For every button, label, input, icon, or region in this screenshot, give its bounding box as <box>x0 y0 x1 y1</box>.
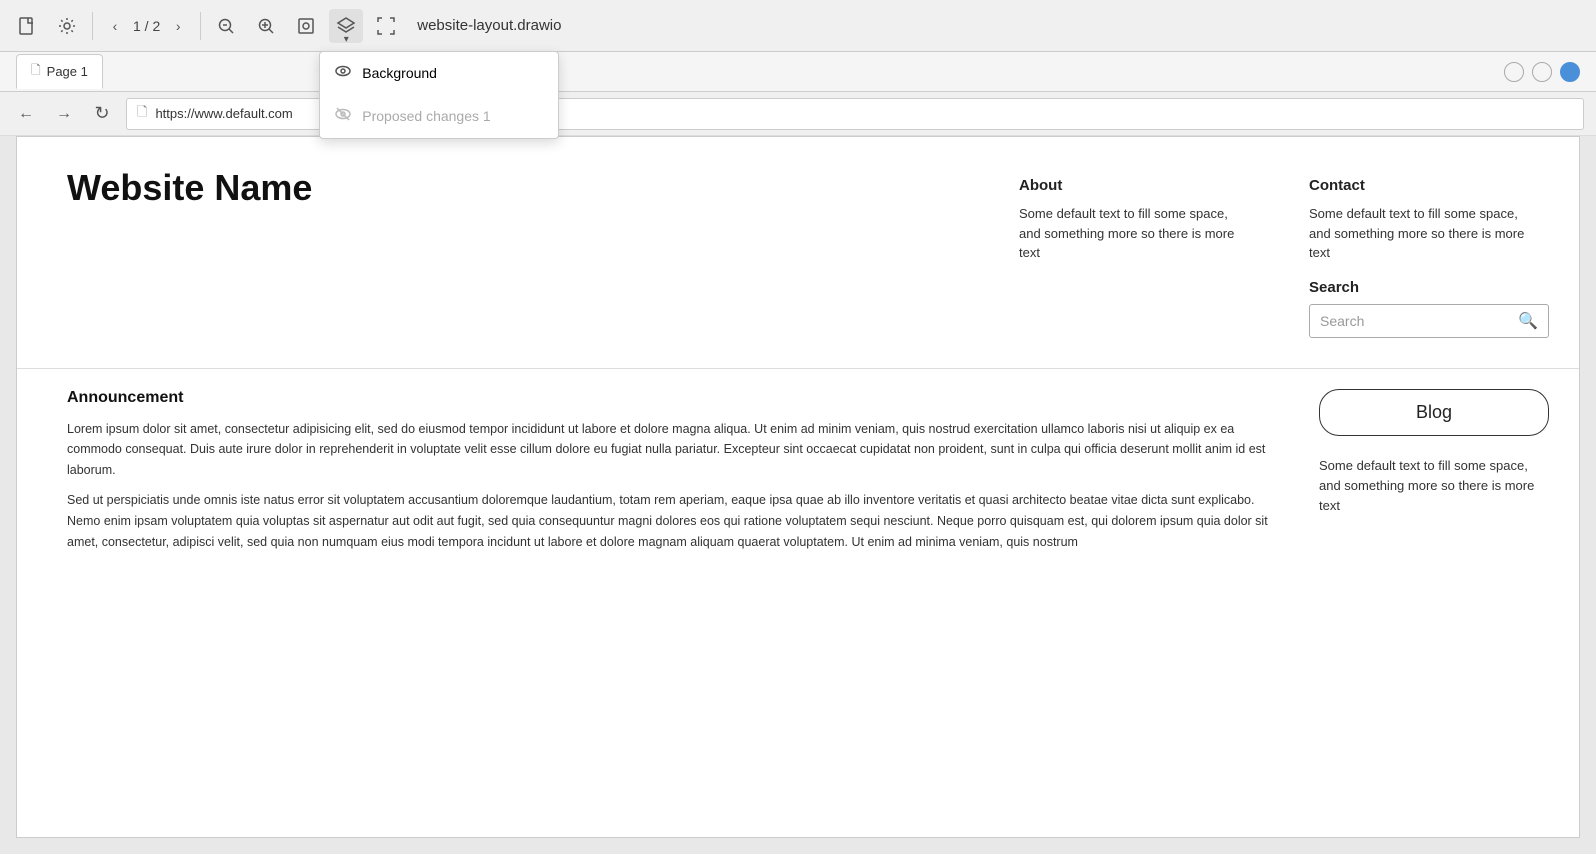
contact-title: Contact <box>1309 177 1549 194</box>
layers-dropdown: Background Proposed changes 1 <box>319 51 559 139</box>
eye-slash-icon <box>334 105 352 128</box>
zoom-in-button[interactable] <box>249 9 283 43</box>
blog-button[interactable]: Blog <box>1319 389 1549 436</box>
sidebar-text: Some default text to fill some space, an… <box>1319 456 1549 516</box>
layers-button[interactable]: ▾ <box>329 9 363 43</box>
address-text: https://www.default.com <box>155 106 292 121</box>
announcement-section: Announcement Lorem ipsum dolor sit amet,… <box>67 389 1289 553</box>
about-section: About Some default text to fill some spa… <box>1019 177 1249 338</box>
tab-page1-label: Page 1 <box>47 64 88 79</box>
back-button[interactable]: ← <box>12 100 40 128</box>
next-page-button[interactable]: › <box>164 12 192 40</box>
site-nav: About Some default text to fill some spa… <box>1019 167 1549 338</box>
page-icon: 🗋 <box>137 103 147 125</box>
browser-chrome: ← → ↻ 🗋 https://www.default.com <box>0 92 1596 136</box>
fullscreen-button[interactable] <box>369 9 403 43</box>
site-logo-area: Website Name <box>67 167 1019 338</box>
tab-bar: 🗋 Page 1 <box>0 52 1596 92</box>
file-title: website-layout.drawio <box>417 17 561 34</box>
settings-button[interactable] <box>50 9 84 43</box>
layer-proposed-item[interactable]: Proposed changes 1 <box>320 95 558 138</box>
refresh-button[interactable]: ↻ <box>88 100 116 128</box>
page-content: Website Name About Some default text to … <box>16 136 1580 838</box>
layers-dropdown-container: ▾ Background <box>329 9 363 43</box>
window-close-button[interactable] <box>1504 62 1524 82</box>
tab-page1[interactable]: 🗋 Page 1 <box>16 54 103 89</box>
search-placeholder: Search <box>1320 313 1518 329</box>
announcement-title: Announcement <box>67 389 1289 407</box>
site-name: Website Name <box>67 167 312 209</box>
prev-page-button[interactable]: ‹ <box>101 12 129 40</box>
forward-button[interactable]: → <box>50 100 78 128</box>
toolbar: ‹ 1 / 2 › ▾ <box>0 0 1596 52</box>
page-navigation: ‹ 1 / 2 › <box>101 12 192 40</box>
sidebar-section: Blog Some default text to fill some spac… <box>1319 389 1549 553</box>
search-label: Search <box>1309 279 1549 296</box>
window-controls <box>1504 62 1580 82</box>
page-icon: 🗋 <box>31 61 41 82</box>
site-header: Website Name About Some default text to … <box>17 137 1579 369</box>
announcement-text-2: Sed ut perspiciatis unde omnis iste natu… <box>67 490 1289 552</box>
layer-background-label: Background <box>362 65 437 81</box>
canvas-wrapper: 🗋 Page 1 ← → ↻ 🗋 https://www.default.com… <box>0 52 1596 854</box>
new-file-button[interactable] <box>10 9 44 43</box>
contact-section: Contact Some default text to fill some s… <box>1309 177 1549 338</box>
site-body: Announcement Lorem ipsum dolor sit amet,… <box>17 369 1579 573</box>
search-button[interactable]: 🔍 <box>1518 311 1538 331</box>
about-title: About <box>1019 177 1249 194</box>
window-minimize-button[interactable] <box>1532 62 1552 82</box>
fit-page-button[interactable] <box>289 9 323 43</box>
layer-background-item[interactable]: Background <box>320 52 558 95</box>
about-text: Some default text to fill some space, an… <box>1019 204 1249 263</box>
search-box[interactable]: Search 🔍 <box>1309 304 1549 338</box>
separator-1 <box>92 12 93 40</box>
zoom-out-button[interactable] <box>209 9 243 43</box>
page-indicator: 1 / 2 <box>133 18 160 34</box>
separator-2 <box>200 12 201 40</box>
layer-proposed-label: Proposed changes 1 <box>362 108 490 124</box>
announcement-text-1: Lorem ipsum dolor sit amet, consectetur … <box>67 419 1289 481</box>
window-maximize-button[interactable] <box>1560 62 1580 82</box>
contact-text: Some default text to fill some space, an… <box>1309 204 1539 263</box>
eye-icon <box>334 62 352 85</box>
